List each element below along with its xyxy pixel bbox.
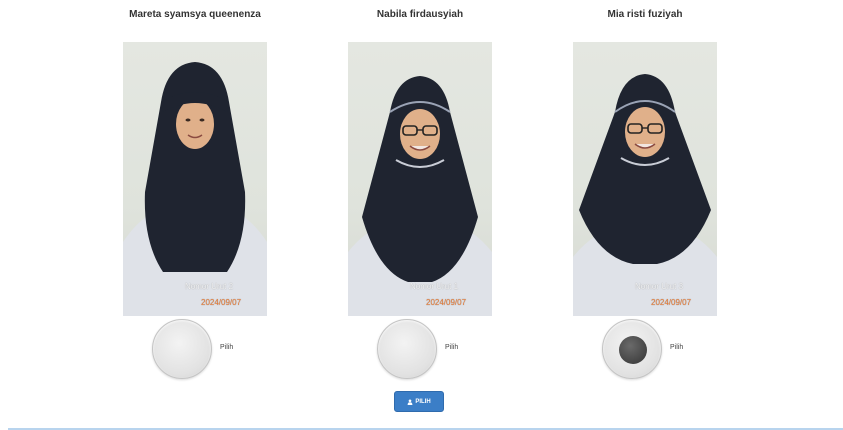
- candidate-name: Mia risti fuziyah: [607, 9, 683, 20]
- photo-stamp: Nomor Urut 2: [185, 282, 234, 291]
- candidate-name: Mareta syamsya queenenza: [129, 9, 261, 20]
- choice-label[interactable]: Pilih: [445, 344, 458, 351]
- radio-dot: [619, 336, 647, 364]
- candidate-photo-figure: [123, 62, 267, 316]
- choice-option[interactable]: Pilih: [152, 319, 272, 383]
- photo-stamp-date: 2024/09/07: [201, 298, 242, 307]
- user-icon: [407, 398, 413, 405]
- choice-label[interactable]: Pilih: [220, 344, 233, 351]
- candidate-photo: Nomor Urut 1 2024/09/07: [348, 42, 492, 316]
- candidate-photo: Nomor Urut 2 2024/09/07: [123, 42, 267, 316]
- candidate-list: Mareta syamsya queenenza Nomor Urut 2 20…: [0, 0, 843, 380]
- candidate-card: Mia risti fuziyah Nomor Urut 3 2024/09/0…: [550, 0, 740, 385]
- candidate-card: Mareta syamsya queenenza Nomor Urut 2 20…: [100, 0, 290, 385]
- choice-radio[interactable]: [377, 319, 437, 379]
- candidate-photo-figure: [348, 76, 492, 316]
- candidate-name: Nabila firdausyiah: [376, 9, 464, 20]
- choice-option[interactable]: Pilih: [602, 319, 722, 383]
- photo-stamp: Nomor Urut 3: [635, 282, 684, 291]
- submit-vote-label: PILIH: [415, 398, 431, 405]
- candidate-photo: Nomor Urut 3 2024/09/07: [573, 42, 717, 316]
- choice-label[interactable]: Pilih: [670, 344, 683, 351]
- submit-vote-button[interactable]: PILIH: [394, 391, 444, 412]
- choice-radio[interactable]: [152, 319, 212, 379]
- photo-stamp: Nomor Urut 1: [410, 282, 459, 291]
- choice-radio[interactable]: [602, 319, 662, 379]
- photo-stamp-date: 2024/09/07: [651, 298, 692, 307]
- candidate-card: Nabila firdausyiah Nomor Urut 1 2024/09/…: [325, 0, 515, 385]
- photo-stamp-date: 2024/09/07: [426, 298, 467, 307]
- candidate-photo-figure: [573, 74, 717, 316]
- choice-option[interactable]: Pilih: [377, 319, 497, 383]
